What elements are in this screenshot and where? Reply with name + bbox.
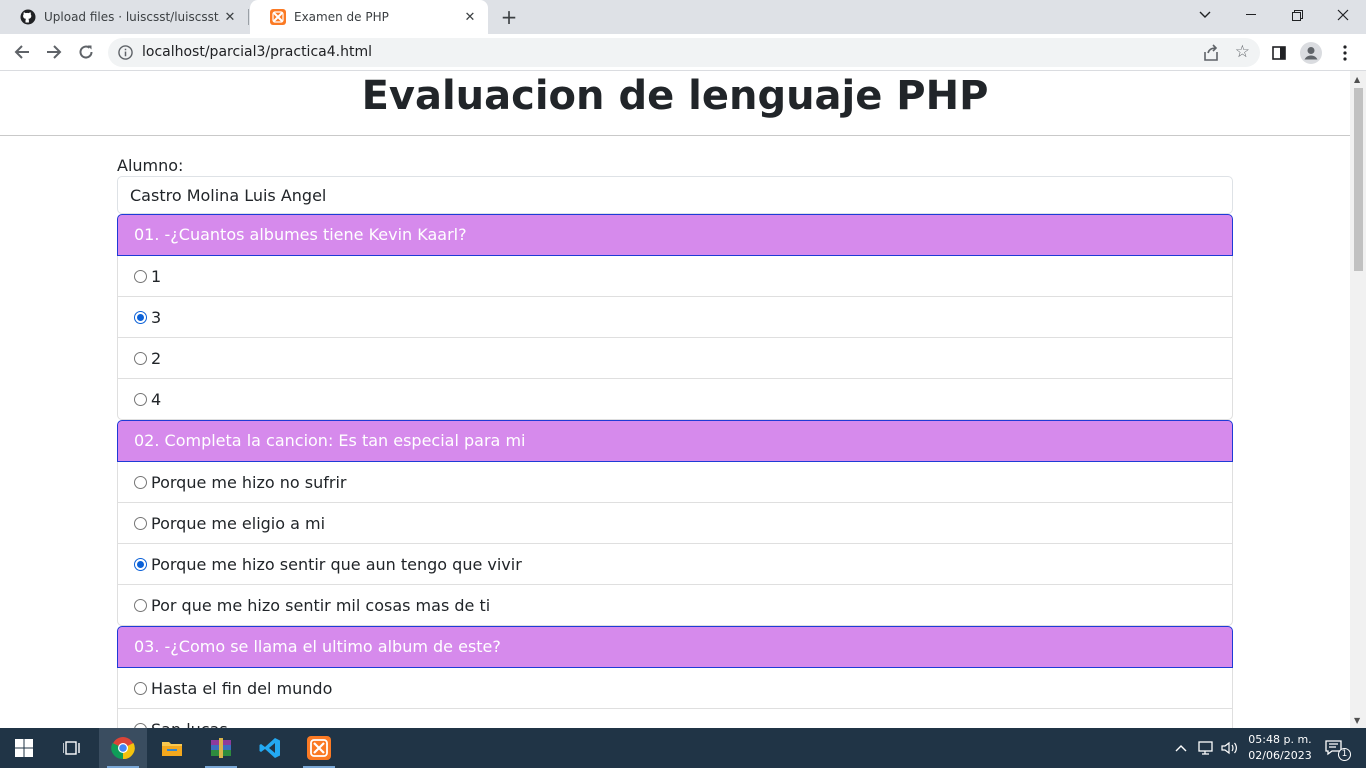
tab-search-icon[interactable] — [1182, 0, 1228, 30]
taskbar-xampp[interactable] — [295, 728, 343, 768]
tab-title: Upload files · luiscsst/luiscsst.gith — [44, 10, 220, 24]
start-button[interactable] — [0, 728, 48, 768]
clock-date: 02/06/2023 — [1248, 749, 1312, 762]
windows-logo-icon — [15, 739, 33, 757]
option-label: 4 — [151, 389, 162, 409]
volume-icon[interactable] — [1221, 728, 1239, 768]
xampp-icon — [307, 736, 331, 760]
github-icon — [20, 9, 36, 25]
option-row[interactable]: 3 — [117, 297, 1233, 338]
radio-button[interactable] — [134, 516, 147, 530]
minimize-button[interactable] — [1228, 0, 1274, 30]
taskbar-file-explorer[interactable] — [148, 728, 196, 768]
scroll-up-arrow-icon[interactable]: ▲ — [1354, 75, 1360, 84]
question-header: 01. -¿Cuantos albumes tiene Kevin Kaarl? — [117, 214, 1233, 256]
chrome-icon — [111, 737, 135, 760]
task-view-icon — [63, 741, 80, 755]
radio-button[interactable] — [134, 475, 147, 489]
taskbar-winrar[interactable] — [197, 728, 245, 768]
radio-button[interactable] — [134, 598, 147, 612]
alumno-label: Alumno: — [117, 156, 184, 175]
radio-button[interactable] — [134, 681, 147, 695]
browser-toolbar: localhost/parcial3/practica4.html ☆ — [0, 34, 1366, 71]
exam-form: Alumno: 01. -¿Cuantos albumes tiene Kevi… — [117, 155, 1233, 728]
option-label: 3 — [151, 307, 162, 327]
restore-button[interactable] — [1274, 0, 1320, 30]
alumno-input[interactable] — [117, 176, 1233, 214]
tab-strip: Upload files · luiscsst/luiscsst.gith ✕ … — [0, 0, 1366, 34]
clock-time: 05:48 p. m. — [1248, 733, 1312, 746]
network-icon[interactable] — [1198, 728, 1216, 768]
reload-button[interactable] — [72, 38, 100, 66]
radio-button-checked[interactable] — [134, 557, 147, 571]
notification-count-badge: 1 — [1338, 747, 1351, 761]
back-button[interactable] — [8, 38, 36, 66]
task-view-button[interactable] — [48, 728, 96, 768]
tab-separator — [248, 9, 249, 25]
side-panel-icon[interactable] — [1268, 42, 1290, 64]
chevron-up-icon — [1175, 745, 1187, 752]
bookmark-star-icon[interactable]: ☆ — [1235, 42, 1250, 62]
tab-examen-php[interactable]: Examen de PHP ✕ — [250, 0, 488, 34]
close-tab-icon[interactable]: ✕ — [460, 7, 480, 27]
reload-icon — [79, 45, 93, 59]
option-row[interactable]: 1 — [117, 256, 1233, 297]
forward-button[interactable] — [40, 38, 68, 66]
page-title: Evaluacion de lenguaje PHP — [361, 73, 989, 119]
windows-taskbar: 05:48 p. m. 02/06/2023 1 — [0, 728, 1366, 768]
question-card: 02. Completa la cancion: Es tan especial… — [117, 420, 1233, 626]
close-tab-icon[interactable]: ✕ — [220, 7, 240, 27]
option-row[interactable]: Porque me hizo no sufrir — [117, 462, 1233, 503]
menu-kebab-icon[interactable] — [1334, 42, 1356, 64]
option-label: 1 — [151, 266, 162, 286]
notifications-button[interactable]: 1 — [1324, 728, 1357, 768]
option-row[interactable]: 4 — [117, 379, 1233, 420]
option-label: Porque me hizo sentir que aun tengo que … — [151, 554, 522, 574]
address-bar[interactable]: localhost/parcial3/practica4.html ☆ — [108, 38, 1260, 67]
page-scrollbar[interactable]: ▲ ▼ — [1350, 71, 1366, 728]
page-viewport: Evaluacion de lenguaje PHP Alumno: 01. -… — [0, 71, 1350, 728]
option-label: Hasta el fin del mundo — [151, 678, 333, 698]
xampp-icon — [270, 9, 286, 25]
tab-title: Examen de PHP — [294, 10, 389, 24]
option-label: Por que me hizo sentir mil cosas mas de … — [151, 595, 491, 615]
radio-button[interactable] — [134, 392, 147, 406]
option-row[interactable]: 2 — [117, 338, 1233, 379]
option-label: 2 — [151, 348, 162, 368]
url-text: localhost/parcial3/practica4.html — [142, 44, 372, 60]
question-header: 02. Completa la cancion: Es tan especial… — [117, 420, 1233, 462]
option-label: Porque me eligio a mi — [151, 513, 326, 533]
option-row[interactable]: Hasta el fin del mundo — [117, 668, 1233, 709]
radio-button[interactable] — [134, 269, 147, 283]
taskbar-clock[interactable]: 05:48 p. m. 02/06/2023 — [1240, 732, 1320, 764]
option-row[interactable]: Porque me eligio a mi — [117, 503, 1233, 544]
forward-arrow-icon — [47, 45, 62, 59]
option-label: Porque me hizo no sufrir — [151, 472, 347, 492]
option-row[interactable]: San lucas — [117, 709, 1233, 728]
taskbar-chrome[interactable] — [99, 728, 147, 768]
profile-avatar-icon[interactable] — [1300, 42, 1322, 64]
share-icon[interactable] — [1202, 44, 1220, 62]
new-tab-button[interactable]: + — [498, 5, 520, 29]
option-label: San lucas — [151, 720, 228, 729]
page-header: Evaluacion de lenguaje PHP — [0, 71, 1350, 136]
folder-icon — [162, 742, 182, 756]
option-row[interactable]: Por que me hizo sentir mil cosas mas de … — [117, 585, 1233, 626]
scrollbar-thumb[interactable] — [1354, 88, 1363, 271]
question-header: 03. -¿Como se llama el ultimo album de e… — [117, 626, 1233, 668]
scroll-down-arrow-icon[interactable]: ▼ — [1354, 716, 1360, 725]
close-window-button[interactable] — [1320, 0, 1366, 30]
winrar-icon — [211, 738, 231, 758]
question-card: 01. -¿Cuantos albumes tiene Kevin Kaarl?… — [117, 214, 1233, 420]
site-info-icon[interactable] — [118, 45, 133, 60]
vscode-icon — [259, 738, 280, 758]
question-card: 03. -¿Como se llama el ultimo album de e… — [117, 626, 1233, 728]
option-row[interactable]: Porque me hizo sentir que aun tengo que … — [117, 544, 1233, 585]
radio-button-checked[interactable] — [134, 310, 147, 324]
taskbar-vscode[interactable] — [246, 728, 294, 768]
show-hidden-icons-button[interactable] — [1175, 728, 1187, 768]
back-arrow-icon — [14, 45, 29, 59]
radio-button[interactable] — [134, 351, 147, 365]
tab-upload-files[interactable]: Upload files · luiscsst/luiscsst.gith ✕ — [0, 0, 248, 34]
